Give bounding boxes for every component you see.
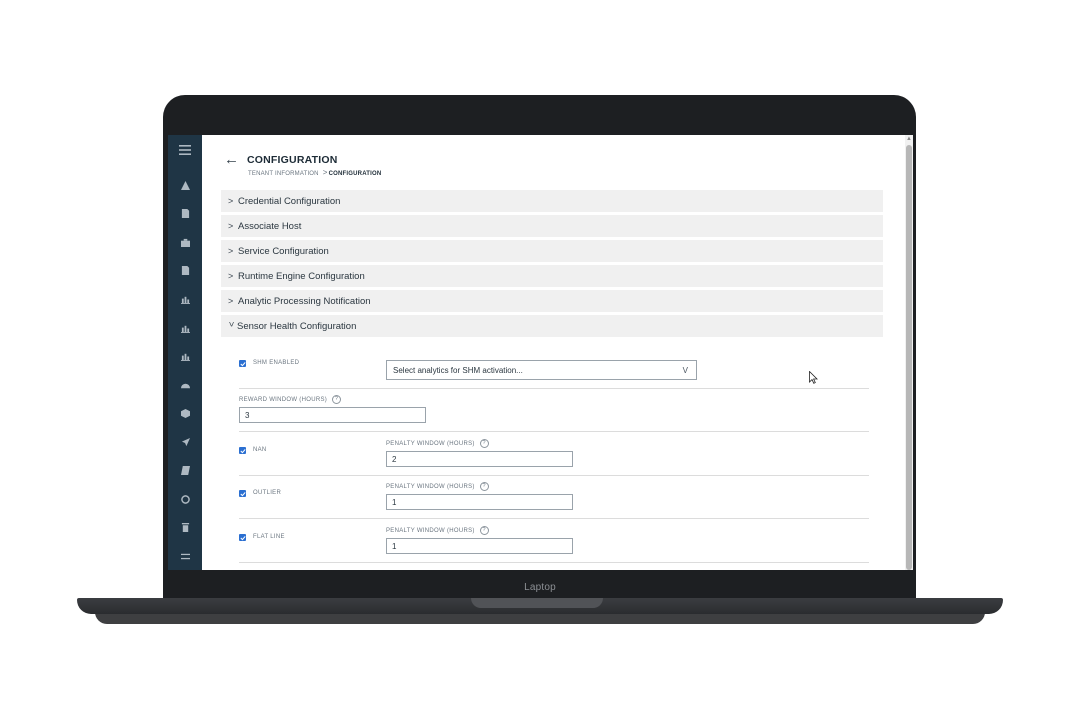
checkmark-icon bbox=[239, 448, 246, 453]
scroll-up-icon[interactable]: ▲ bbox=[906, 136, 912, 142]
nan-penalty-label: PENALTY WINDOW (HOURS)? bbox=[386, 439, 489, 448]
divider bbox=[239, 431, 869, 432]
flat-line-checkbox[interactable] bbox=[239, 534, 246, 541]
breadcrumb-parent[interactable]: TENANT INFORMATION bbox=[248, 171, 319, 177]
analytics-select-placeholder: Select analytics for SHM activation... bbox=[393, 365, 523, 375]
sidebar bbox=[168, 135, 202, 570]
section-label: Sensor Health Configuration bbox=[237, 320, 357, 332]
breadcrumb-current: CONFIGURATION bbox=[328, 171, 382, 177]
divider bbox=[239, 518, 869, 519]
section-sensor-health-configuration[interactable]: > Sensor Health Configuration bbox=[221, 315, 883, 337]
checkmark-icon bbox=[239, 361, 246, 366]
warning-icon[interactable] bbox=[168, 177, 202, 193]
dashboard-icon[interactable] bbox=[168, 377, 202, 393]
chevron-right-icon: > bbox=[228, 221, 234, 231]
divider bbox=[239, 562, 869, 563]
chevron-right-icon: > bbox=[228, 196, 234, 206]
chevron-right-icon: > bbox=[228, 246, 234, 256]
screen: ← CONFIGURATION TENANT INFORMATION >CONFI… bbox=[168, 135, 913, 570]
document-icon[interactable] bbox=[168, 262, 202, 278]
help-icon[interactable]: ? bbox=[479, 439, 489, 448]
section-label: Associate Host bbox=[238, 220, 302, 232]
trash-icon[interactable] bbox=[168, 519, 202, 535]
page-title: CONFIGURATION bbox=[247, 154, 338, 166]
chevron-down-icon: > bbox=[226, 321, 237, 327]
penalty-window-label-text: PENALTY WINDOW (HOURS) bbox=[386, 441, 475, 448]
laptop-notch bbox=[471, 598, 603, 608]
rocket-icon[interactable] bbox=[168, 434, 202, 450]
penalty-window-label-text: PENALTY WINDOW (HOURS) bbox=[386, 484, 475, 491]
section-label: Service Configuration bbox=[238, 245, 329, 257]
penalty-window-label-text: PENALTY WINDOW (HOURS) bbox=[386, 528, 475, 535]
chevron-right-icon: > bbox=[228, 296, 234, 306]
flat-line-penalty-label: PENALTY WINDOW (HOURS)? bbox=[386, 526, 489, 535]
divider bbox=[239, 388, 869, 389]
outlier-penalty-label: PENALTY WINDOW (HOURS)? bbox=[386, 482, 489, 491]
bar-chart-icon[interactable] bbox=[168, 291, 202, 307]
section-label: Runtime Engine Configuration bbox=[238, 270, 365, 282]
mouse-cursor-icon bbox=[809, 371, 818, 384]
bar-chart-icon[interactable] bbox=[168, 348, 202, 364]
divider bbox=[239, 475, 869, 476]
shm-enabled-label: SHM ENABLED bbox=[253, 360, 300, 366]
outlier-label: OUTLIER bbox=[253, 490, 282, 496]
nan-checkbox[interactable] bbox=[239, 447, 246, 454]
menu-icon[interactable] bbox=[168, 142, 202, 158]
outlier-checkbox[interactable] bbox=[239, 490, 246, 497]
checkmark-icon bbox=[239, 535, 246, 540]
section-runtime-engine-configuration[interactable]: > Runtime Engine Configuration bbox=[221, 265, 883, 287]
section-label: Credential Configuration bbox=[238, 195, 341, 207]
flat-line-penalty-input[interactable]: 1 bbox=[386, 538, 573, 554]
briefcase-icon[interactable] bbox=[168, 234, 202, 250]
nan-penalty-input[interactable]: 2 bbox=[386, 451, 573, 467]
bar-chart-icon[interactable] bbox=[168, 320, 202, 336]
refresh-icon[interactable] bbox=[168, 491, 202, 507]
section-analytic-processing-notification[interactable]: > Analytic Processing Notification bbox=[221, 290, 883, 312]
document-icon[interactable] bbox=[168, 205, 202, 221]
flat-line-label: FLAT LINE bbox=[253, 534, 285, 540]
back-arrow-icon[interactable]: ← bbox=[224, 152, 239, 167]
analytics-select[interactable]: Select analytics for SHM activation... V bbox=[386, 360, 697, 380]
laptop-brand-label: Laptop bbox=[524, 582, 556, 593]
reward-window-label-text: REWARD WINDOW (HOURS) bbox=[239, 397, 328, 404]
section-service-configuration[interactable]: > Service Configuration bbox=[221, 240, 883, 262]
help-icon[interactable]: ? bbox=[479, 482, 489, 491]
book-icon[interactable] bbox=[168, 462, 202, 478]
scrollbar-thumb[interactable] bbox=[906, 145, 912, 570]
reward-window-label: REWARD WINDOW (HOURS)? bbox=[239, 395, 342, 404]
outlier-penalty-input[interactable]: 1 bbox=[386, 494, 573, 510]
help-icon[interactable]: ? bbox=[332, 395, 342, 404]
section-associate-host[interactable]: > Associate Host bbox=[221, 215, 883, 237]
cube-icon[interactable] bbox=[168, 405, 202, 421]
swap-icon[interactable] bbox=[168, 548, 202, 564]
section-credential-configuration[interactable]: > Credential Configuration bbox=[221, 190, 883, 212]
chevron-right-icon: > bbox=[228, 271, 234, 281]
nan-label: NAN bbox=[253, 447, 267, 453]
section-label: Analytic Processing Notification bbox=[238, 295, 371, 307]
chevron-down-icon: V bbox=[682, 365, 688, 375]
reward-window-input[interactable]: 3 bbox=[239, 407, 426, 423]
checkmark-icon bbox=[239, 491, 246, 496]
help-icon[interactable]: ? bbox=[479, 526, 489, 535]
breadcrumb: TENANT INFORMATION >CONFIGURATION bbox=[248, 168, 381, 177]
shm-enabled-checkbox[interactable] bbox=[239, 360, 246, 367]
scrollbar-track[interactable]: ▲ bbox=[905, 135, 913, 570]
breadcrumb-separator: > bbox=[322, 168, 328, 177]
main-content: ← CONFIGURATION TENANT INFORMATION >CONFI… bbox=[202, 135, 913, 570]
